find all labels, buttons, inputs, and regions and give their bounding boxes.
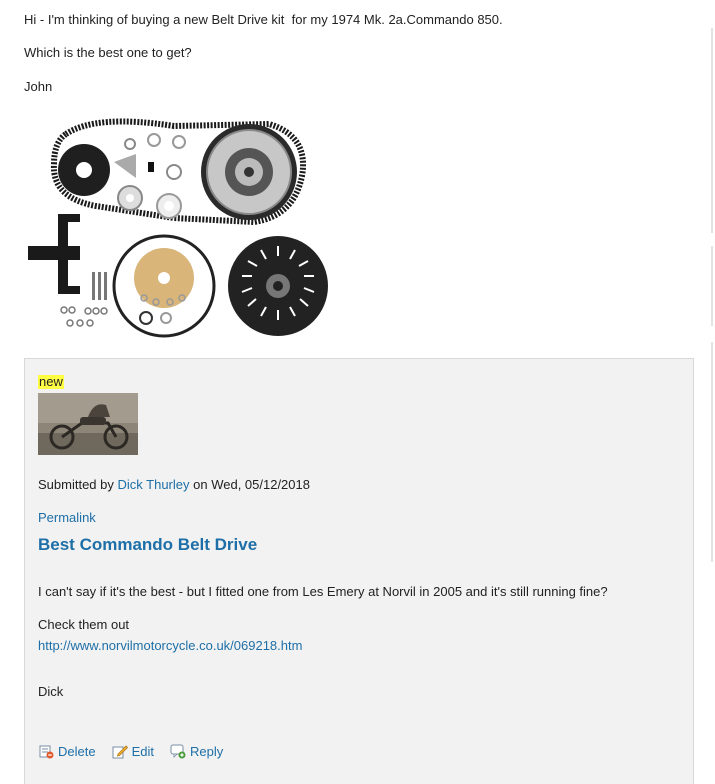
sidebar-edge: [711, 28, 713, 233]
post-signature: John: [24, 79, 53, 94]
submitted-date: on Wed, 05/12/2018: [189, 477, 310, 492]
comment: new Submitted by Dick Thurley on Wed, 05…: [24, 358, 694, 784]
belt-drive-kit-image: [28, 118, 328, 338]
norvil-link[interactable]: http://www.norvilmotorcycle.co.uk/069218…: [38, 638, 302, 653]
sidebar-edge: [711, 246, 713, 326]
reply-button[interactable]: Reply: [170, 743, 223, 759]
delete-button[interactable]: Delete: [38, 743, 96, 759]
sidebar-edge: [711, 342, 713, 562]
comment-body-2: Check them out: [38, 617, 130, 632]
permalink-link[interactable]: Permalink: [38, 510, 96, 525]
comment-title[interactable]: Best Commando Belt Drive: [38, 535, 257, 555]
delete-label: Delete: [58, 743, 96, 759]
comment-title-link[interactable]: Best Commando Belt Drive: [38, 535, 257, 554]
edit-button[interactable]: Edit: [112, 743, 154, 759]
post-line-2: Which is the best one to get?: [24, 45, 192, 60]
new-badge: new: [38, 374, 64, 389]
reply-label: Reply: [189, 743, 224, 759]
edit-icon: [112, 745, 128, 759]
submitted-prefix: Submitted by: [38, 477, 118, 492]
comment-body-1: I can't say if it's the best - but I fit…: [38, 584, 608, 599]
avatar: [38, 393, 138, 455]
edit-label: Edit: [131, 743, 154, 759]
delete-icon: [39, 745, 54, 759]
author-link[interactable]: Dick Thurley: [118, 477, 190, 492]
post-line-1: Hi - I'm thinking of buying a new Belt D…: [24, 12, 503, 27]
comment-actions: Delete Edit Reply: [38, 743, 223, 759]
submitted-line: Submitted by Dick Thurley on Wed, 05/12/…: [38, 477, 310, 492]
reply-icon: [170, 744, 186, 759]
comment-signoff: Dick: [38, 684, 64, 699]
